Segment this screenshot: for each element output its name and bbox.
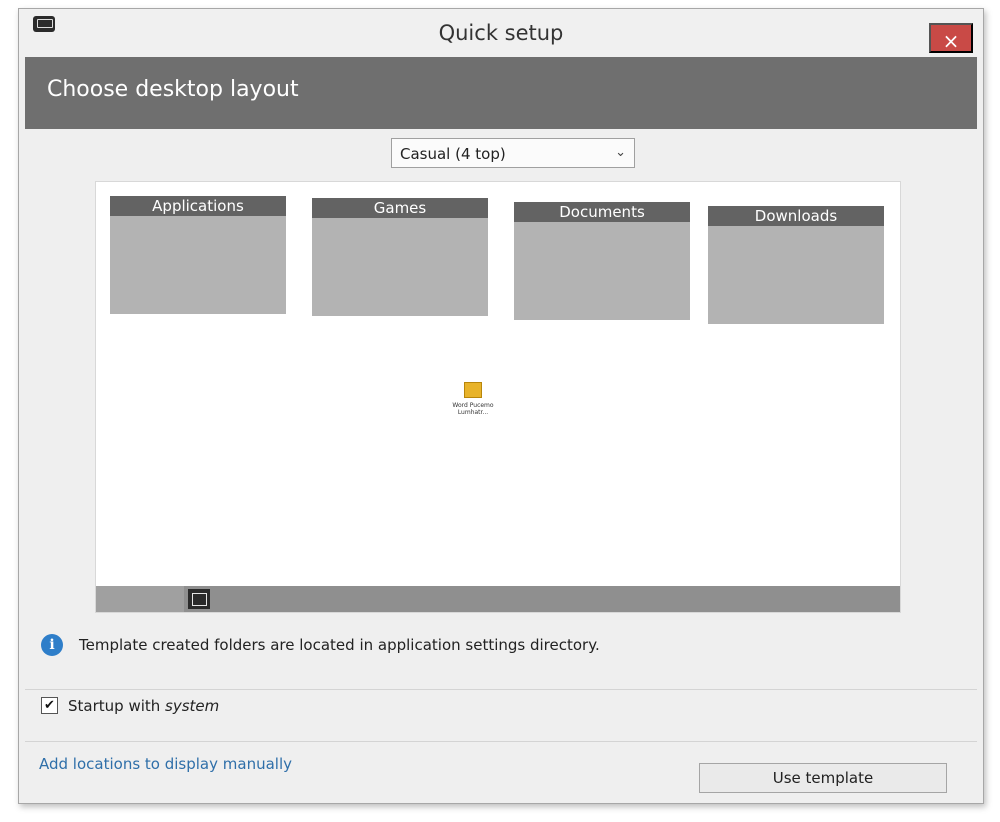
section-title: Choose desktop layout bbox=[47, 77, 299, 102]
divider bbox=[25, 689, 977, 690]
quick-setup-window: Quick setup × Choose desktop layout Casu… bbox=[18, 8, 984, 804]
startup-label-emphasis: system bbox=[165, 697, 220, 715]
taskbar-start-area bbox=[96, 586, 184, 612]
info-text: Template created folders are located in … bbox=[79, 636, 600, 654]
fence-documents: Documents bbox=[514, 202, 690, 320]
fence-header: Downloads bbox=[708, 206, 884, 226]
fence-header: Documents bbox=[514, 202, 690, 222]
use-template-button[interactable]: Use template bbox=[699, 763, 947, 793]
layout-select-value: Casual (4 top) bbox=[400, 145, 506, 163]
desktop-icon-label: Word Pucemo Lumhatr... bbox=[452, 402, 494, 416]
title-bar[interactable]: Quick setup × bbox=[19, 9, 983, 57]
desktop-preview: Applications Games Documents Downloads W… bbox=[95, 181, 901, 613]
fence-applications: Applications bbox=[110, 196, 286, 314]
startup-label-prefix: Startup with bbox=[68, 697, 166, 715]
section-header: Choose desktop layout bbox=[25, 57, 977, 129]
startup-label: Startup with system bbox=[68, 697, 219, 715]
fence-downloads: Downloads bbox=[708, 206, 884, 324]
fence-header: Games bbox=[312, 198, 488, 218]
chevron-down-icon: ⌄ bbox=[615, 145, 626, 160]
package-icon bbox=[464, 382, 482, 398]
desktop-icon: Word Pucemo Lumhatr... bbox=[446, 382, 500, 416]
fence-header: Applications bbox=[110, 196, 286, 216]
startup-checkbox[interactable]: ✔ bbox=[41, 697, 58, 714]
layout-select[interactable]: Casual (4 top) ⌄ bbox=[391, 138, 635, 168]
info-icon: i bbox=[41, 634, 63, 656]
close-button[interactable]: × bbox=[929, 23, 973, 53]
window-title: Quick setup bbox=[438, 21, 564, 45]
preview-taskbar bbox=[96, 586, 900, 612]
divider bbox=[25, 741, 977, 742]
fence-games: Games bbox=[312, 198, 488, 316]
taskbar-app-icon bbox=[188, 589, 210, 609]
add-locations-link[interactable]: Add locations to display manually bbox=[39, 755, 292, 773]
